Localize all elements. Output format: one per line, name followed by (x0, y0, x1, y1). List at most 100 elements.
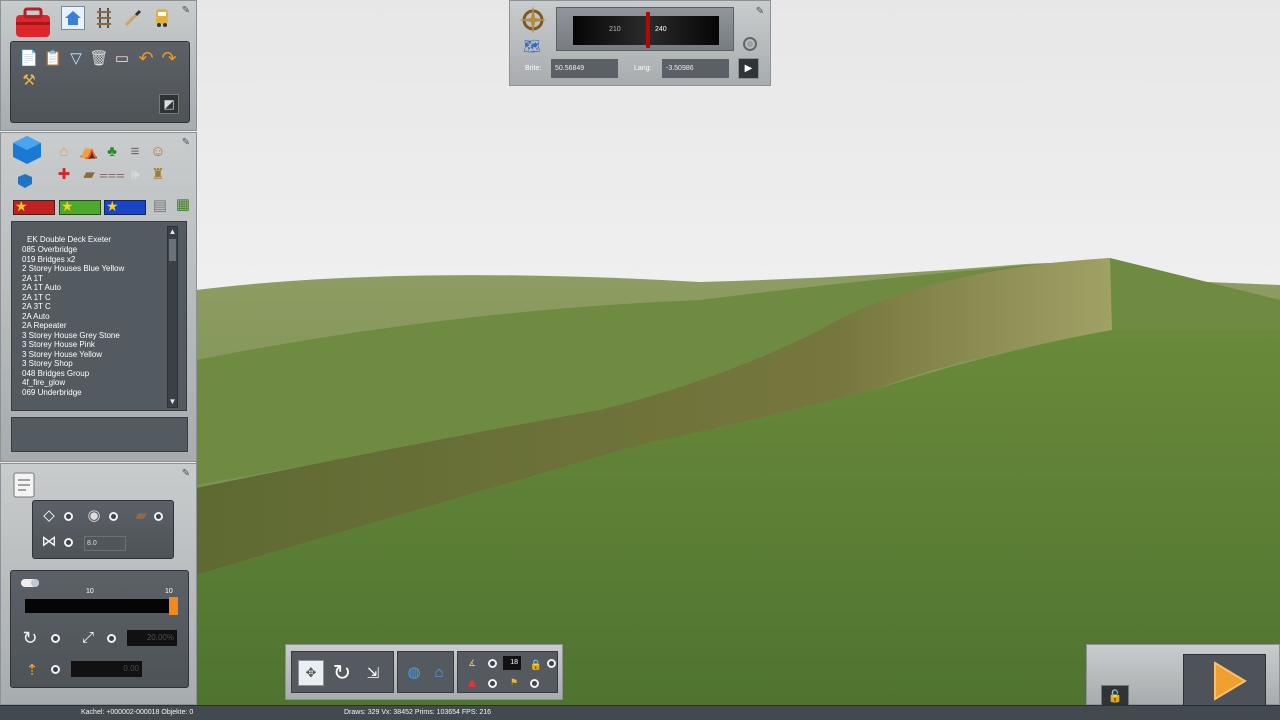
paint-brush-icon[interactable] (122, 7, 144, 29)
tss-icon[interactable]: ⚑ (504, 674, 524, 690)
list-view-icon[interactable]: ▤ (151, 196, 169, 214)
list-item[interactable]: 3 Storey House Yellow (22, 350, 102, 359)
round-terrain-radio[interactable] (109, 512, 118, 521)
cube-icon[interactable] (9, 133, 45, 167)
wood-icon[interactable]: ▰ (79, 164, 99, 184)
signal-icon[interactable]: ✚ (54, 164, 74, 184)
map-icon[interactable]: 🗺 (522, 37, 542, 55)
paste-icon[interactable]: 📋 (43, 48, 63, 68)
list-item[interactable]: 2A 3T C (22, 302, 51, 311)
strength-slider-handle[interactable] (169, 597, 178, 615)
rotate-icon[interactable]: ↻ (19, 628, 41, 648)
tss-radio[interactable] (530, 679, 539, 688)
list-item[interactable]: 2A Repeater (22, 321, 66, 330)
road-icon[interactable]: ≡ (125, 141, 145, 161)
scroll-thumb[interactable] (169, 239, 176, 261)
small-cube-icon[interactable] (15, 171, 35, 191)
track-view-icon[interactable]: ▲ (463, 674, 481, 691)
angle-icon[interactable]: ∡ (463, 655, 481, 671)
house-view-icon[interactable]: ⌂ (428, 660, 450, 684)
latitude-field[interactable]: 50.56849 (551, 59, 618, 78)
heading-dial[interactable]: 210 240 (556, 7, 734, 51)
pin-icon[interactable]: ✎ (181, 138, 191, 148)
toolbox-icon[interactable] (11, 5, 55, 41)
globe-icon[interactable]: ◍ (402, 660, 426, 684)
filter-green-button[interactable]: ★ (59, 198, 101, 215)
list-item[interactable]: EK Double Deck Exeter (27, 235, 111, 244)
pin-icon[interactable]: ✎ (181, 6, 191, 16)
home-icon[interactable] (61, 6, 85, 30)
list-item[interactable]: 3 Storey House Grey Stone (22, 331, 120, 340)
longitude-field[interactable]: -3.50986 (662, 59, 729, 78)
width-terrain-icon[interactable]: ⋈ (39, 533, 59, 550)
list-item[interactable]: 3 Storey House Pink (22, 340, 95, 349)
rotate-camera-icon[interactable]: ↻ (329, 660, 355, 686)
percent-field[interactable]: 20.00% (127, 630, 177, 646)
asset-list[interactable]: EK Double Deck Exeter 085 Overbridge 019… (11, 221, 187, 411)
list-item[interactable]: 048 Bridges Group (22, 369, 89, 378)
measure-icon[interactable]: ⚒ (19, 70, 39, 90)
list-item[interactable]: 2A Auto (22, 312, 50, 321)
list-item[interactable]: 2A 1T (22, 274, 43, 283)
scale-icon[interactable]: ⤢ (77, 627, 99, 647)
speaker-icon[interactable]: 🕪 (125, 164, 145, 184)
list-item[interactable]: 019 Bridges x2 (22, 255, 75, 264)
person-icon[interactable]: ☺ (148, 141, 168, 161)
height-field[interactable]: 0.00 (71, 661, 142, 677)
track-icon[interactable] (93, 7, 115, 29)
lock-radio[interactable] (547, 659, 556, 668)
house-icon[interactable]: ⌂ (54, 141, 74, 161)
width-terrain-radio[interactable] (64, 538, 73, 547)
target-icon[interactable] (741, 35, 759, 53)
eraser-icon[interactable]: ▭ (112, 48, 132, 68)
bridge-icon[interactable]: ⩶ (99, 164, 125, 184)
flat-terrain-radio[interactable] (64, 512, 73, 521)
filter-red-button[interactable]: ★ (13, 198, 55, 215)
texture-terrain-icon[interactable]: ▰ (130, 507, 152, 524)
height-radio[interactable] (51, 665, 60, 674)
pin-icon[interactable]: ✎ (181, 469, 191, 479)
angle-radio[interactable] (488, 659, 497, 668)
edit-square-icon[interactable]: ◩ (159, 94, 179, 114)
list-item[interactable]: 069 Underbridge (22, 388, 82, 397)
delete-icon[interactable]: 🗑 (89, 48, 109, 68)
list-item[interactable]: 3 Storey Shop (22, 359, 73, 368)
unlock-icon[interactable]: 🔓 (1101, 685, 1129, 707)
select-icon[interactable]: ▽ (66, 48, 86, 68)
list-item[interactable]: 4f_fire_glow (22, 378, 65, 387)
undo-icon[interactable]: ↶ (136, 48, 156, 68)
list-scrollbar[interactable]: ▲ ▼ (167, 226, 178, 408)
go-button[interactable]: ▶ (738, 58, 759, 79)
clipboard-icon[interactable] (9, 468, 39, 500)
list-item[interactable]: 2A 1T Auto (22, 283, 61, 292)
redo-icon[interactable]: ↷ (159, 48, 179, 68)
toggle-icon[interactable] (19, 576, 41, 590)
texture-terrain-radio[interactable] (154, 512, 163, 521)
move-icon[interactable]: ✥ (298, 660, 324, 686)
flat-terrain-icon[interactable]: ◇ (39, 507, 59, 524)
scale-radio[interactable] (107, 634, 116, 643)
rotate-radio[interactable] (51, 634, 60, 643)
resize-icon[interactable]: ⇲ (360, 660, 386, 686)
list-item[interactable]: 2 Storey Houses Blue Yellow (22, 264, 124, 273)
filter-blue-button[interactable]: ★ (104, 198, 146, 215)
pin-icon[interactable]: ✎ (755, 7, 765, 17)
counter-field[interactable]: 18 (503, 656, 521, 670)
lock-icon[interactable]: 🔒 (530, 659, 542, 671)
strength-slider[interactable] (25, 597, 178, 615)
height-icon[interactable]: ⇡ (23, 660, 41, 680)
scroll-down-icon[interactable]: ▼ (168, 398, 177, 406)
tree-icon[interactable]: ♣ (102, 141, 122, 161)
train-icon[interactable] (151, 7, 173, 29)
bag-icon[interactable]: ♜ (148, 164, 168, 184)
width-field[interactable]: 8.0 (84, 536, 126, 551)
scroll-up-icon[interactable]: ▲ (168, 228, 177, 236)
round-terrain-icon[interactable]: ◉ (84, 507, 104, 524)
copy-icon[interactable]: 📄 (19, 48, 39, 68)
list-item[interactable]: 2A 1T C (22, 293, 51, 302)
list-item[interactable]: 085 Overbridge (22, 245, 77, 254)
track-view-radio[interactable] (488, 679, 497, 688)
compass-icon[interactable] (516, 4, 550, 36)
station-icon[interactable]: ⛺ (79, 141, 99, 161)
grid-view-icon[interactable]: ▦ (174, 195, 192, 213)
